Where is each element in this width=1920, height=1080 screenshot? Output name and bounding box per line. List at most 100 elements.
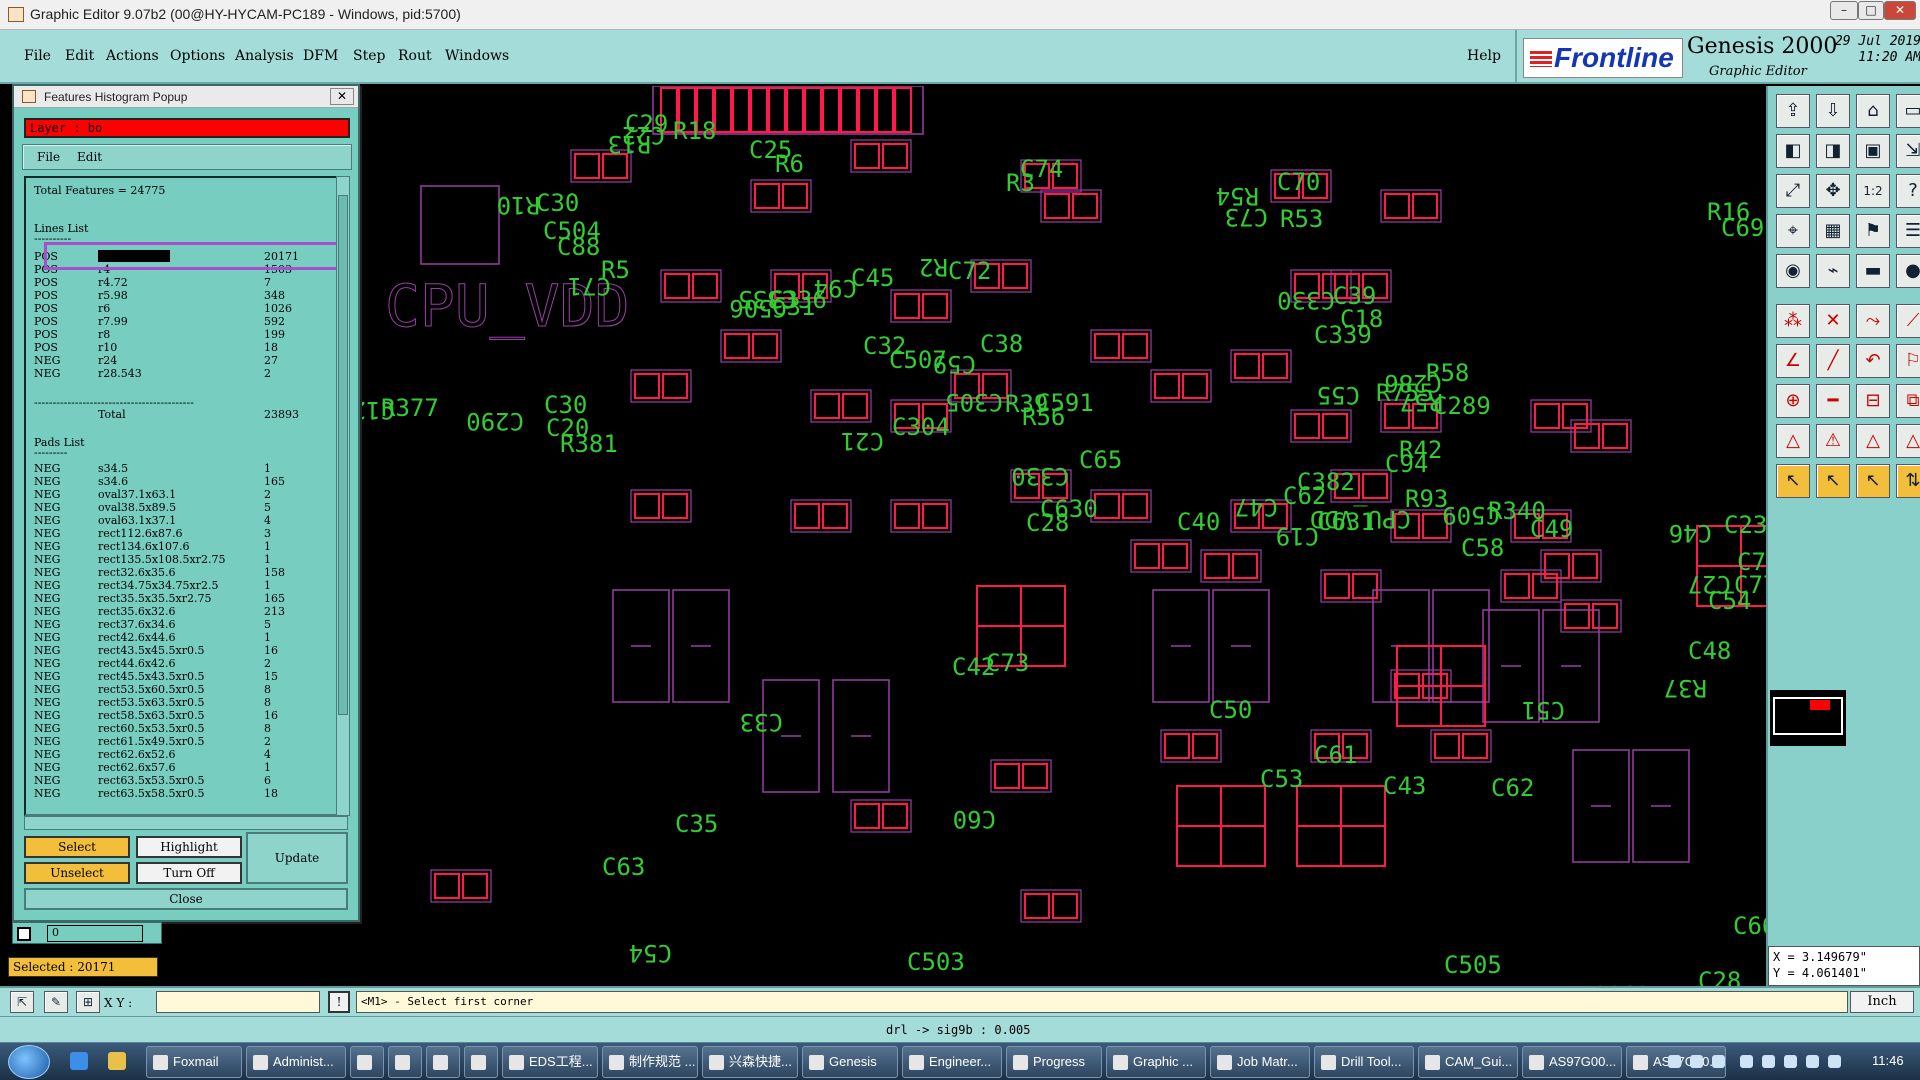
menu-edit[interactable]: Edit <box>65 48 94 64</box>
taskbar-item[interactable]: AS97G00... <box>1522 1046 1622 1078</box>
update-button[interactable]: Update <box>246 832 348 884</box>
popup-close-text-button[interactable]: Close <box>24 888 348 910</box>
link-icon[interactable]: ⟋ <box>1896 304 1920 338</box>
snap-icon[interactable]: ⚑ <box>1856 214 1890 248</box>
connect-icon[interactable]: ⤳ <box>1856 304 1890 338</box>
arrow4-icon[interactable]: ⇅ <box>1896 464 1920 498</box>
draw-icon[interactable]: ✎ <box>44 991 68 1013</box>
pad-row[interactable]: NEG s34.5 1 <box>34 462 334 475</box>
line-row[interactable]: POS r8 199 <box>34 328 334 341</box>
line-icon[interactable]: ∠ <box>1776 344 1810 378</box>
line-row[interactable]: NEG r28.543 2 <box>34 367 334 380</box>
arrow2-icon[interactable]: ↖ <box>1816 464 1850 498</box>
zoom-fit-icon[interactable]: ⤢ <box>1776 174 1810 208</box>
turn-off-button[interactable]: Turn Off <box>136 862 242 884</box>
pad-row[interactable]: NEG oval63.1x37.1 4 <box>34 514 334 527</box>
home-icon[interactable]: ⌂ <box>1856 94 1890 128</box>
warning-button[interactable]: ! <box>328 991 350 1013</box>
unit-selector[interactable]: Inch <box>1850 991 1914 1013</box>
pad-row[interactable]: NEG rect35.5x35.5xr2.75 165 <box>34 592 334 605</box>
grid-select-icon[interactable]: ⊞ <box>76 991 100 1013</box>
pad-row[interactable]: NEG rect35.6x32.6 213 <box>34 605 334 618</box>
layers-icon[interactable]: ☰ <box>1896 214 1920 248</box>
cross-icon[interactable]: ✕ <box>1816 304 1850 338</box>
pad-row[interactable]: NEG rect43.5x45.5xr0.5 16 <box>34 644 334 657</box>
xy-input[interactable] <box>156 991 320 1013</box>
line-row[interactable]: POS r5.98 348 <box>34 289 334 302</box>
node-icon[interactable]: ⁂ <box>1776 304 1810 338</box>
pad-row[interactable]: NEG rect32.6x35.6 158 <box>34 566 334 579</box>
measure-icon[interactable]: ⌖ <box>1776 214 1810 248</box>
tray-icon-4[interactable] <box>1740 1055 1753 1068</box>
pad-row[interactable]: NEG rect62.6x52.6 4 <box>34 748 334 761</box>
menu-file[interactable]: File <box>24 48 51 64</box>
taskbar-item[interactable]: Administ... <box>246 1046 346 1078</box>
taskbar-item[interactable]: 制作规范 ... <box>602 1046 698 1078</box>
minimize-button[interactable]: – <box>1830 1 1858 20</box>
volume-icon[interactable] <box>1806 1055 1819 1068</box>
pad-row[interactable]: NEG oval38.5x89.5 5 <box>34 501 334 514</box>
right-icon[interactable]: ◨ <box>1816 134 1850 168</box>
film-icon[interactable]: ▬ <box>1856 254 1890 288</box>
circle-icon[interactable]: ● <box>1896 254 1920 288</box>
list-horizontal-scrollbar[interactable] <box>24 816 348 830</box>
grid-icon[interactable]: ▦ <box>1816 214 1850 248</box>
layout-icon[interactable]: ▭ <box>1896 94 1920 128</box>
tri3-icon[interactable]: △ <box>1856 424 1890 458</box>
taskbar-item[interactable] <box>426 1046 460 1078</box>
window-icon[interactable]: ▣ <box>1856 134 1890 168</box>
popup-menu-edit[interactable]: Edit <box>77 150 102 164</box>
pcb-drawing[interactable]: CPU_VDDR13 R18R6R10R5R3 R54R53 R16R2C45C504… <box>361 86 1766 986</box>
pad-row[interactable]: NEG rect63.5x58.5xr0.5 18 <box>34 787 334 800</box>
menu-step[interactable]: Step <box>353 48 385 64</box>
tri2-icon[interactable]: ⚠ <box>1816 424 1850 458</box>
menu-help[interactable]: Help <box>1467 48 1501 64</box>
popup-close-button[interactable]: ✕ <box>330 88 354 105</box>
pad-row[interactable]: NEG rect45.5x43.5xr0.5 15 <box>34 670 334 683</box>
pad-row[interactable]: NEG rect42.6x44.6 1 <box>34 631 334 644</box>
highlight-button[interactable]: Highlight <box>136 836 242 858</box>
ime-icon[interactable] <box>1828 1055 1841 1068</box>
taskbar-item[interactable]: Genesis <box>802 1046 898 1078</box>
pad-row[interactable]: NEG rect62.6x57.6 1 <box>34 761 334 774</box>
menu-rout[interactable]: Rout <box>398 48 432 64</box>
left-icon[interactable]: ◧ <box>1776 134 1810 168</box>
menu-windows[interactable]: Windows <box>445 48 509 64</box>
maximize-button[interactable]: □ <box>1858 1 1884 20</box>
network-icon[interactable] <box>1784 1055 1797 1068</box>
pad-row[interactable]: NEG rect135.5x108.5xr2.75 1 <box>34 553 334 566</box>
undo-icon[interactable]: ↶ <box>1856 344 1890 378</box>
tray-icon-5[interactable] <box>1762 1055 1775 1068</box>
pad-row[interactable]: NEG rect112.6x87.6 3 <box>34 527 334 540</box>
menu-actions[interactable]: Actions <box>106 48 159 64</box>
pad-row[interactable]: NEG oval37.1x63.1 2 <box>34 488 334 501</box>
pad-row[interactable]: NEG rect61.5x49.5xr0.5 2 <box>34 735 334 748</box>
pad-row[interactable]: NEG rect34.75x34.75xr2.5 1 <box>34 579 334 592</box>
menu-options[interactable]: Options <box>170 48 225 64</box>
pad-row[interactable]: NEG rect60.5x53.5xr0.5 8 <box>34 722 334 735</box>
sheet-icon[interactable]: ⧉ <box>1896 384 1920 418</box>
import-icon[interactable]: ⇪ <box>1776 94 1810 128</box>
taskbar-item[interactable]: Progress <box>1006 1046 1102 1078</box>
pad-row[interactable]: NEG rect53.5x60.5xr0.5 8 <box>34 683 334 696</box>
small-toggle[interactable] <box>17 927 31 941</box>
ie-icon[interactable] <box>70 1052 88 1070</box>
popup-menu-file[interactable]: File <box>37 150 60 164</box>
export-icon[interactable]: ⇩ <box>1816 94 1850 128</box>
taskbar-item[interactable] <box>388 1046 422 1078</box>
select-button[interactable]: Select <box>24 836 130 858</box>
unselect-button[interactable]: Unselect <box>24 862 130 884</box>
taskbar-item[interactable]: CAM_Gui... <box>1418 1046 1518 1078</box>
small-value[interactable]: 0 <box>47 925 143 942</box>
taskbar-item[interactable]: Foxmail <box>146 1046 242 1078</box>
dash-icon[interactable]: ━ <box>1816 384 1850 418</box>
line-row[interactable]: POS r4.72 7 <box>34 276 334 289</box>
route-icon[interactable]: ⌁ <box>1816 254 1850 288</box>
pad-icon[interactable]: ◉ <box>1776 254 1810 288</box>
tri-icon[interactable]: △ <box>1776 424 1810 458</box>
resize-icon[interactable]: ⇲ <box>1896 134 1920 168</box>
taskbar-item[interactable]: Engineer... <box>902 1046 1002 1078</box>
taskbar-item[interactable] <box>350 1046 384 1078</box>
pcb-canvas[interactable]: CPU_VDD R13 R18 R6 R10 R5 R3 R54 R53 R16 R2 C45 C504… <box>361 86 1766 986</box>
pad-row[interactable]: NEG s34.6 165 <box>34 475 334 488</box>
